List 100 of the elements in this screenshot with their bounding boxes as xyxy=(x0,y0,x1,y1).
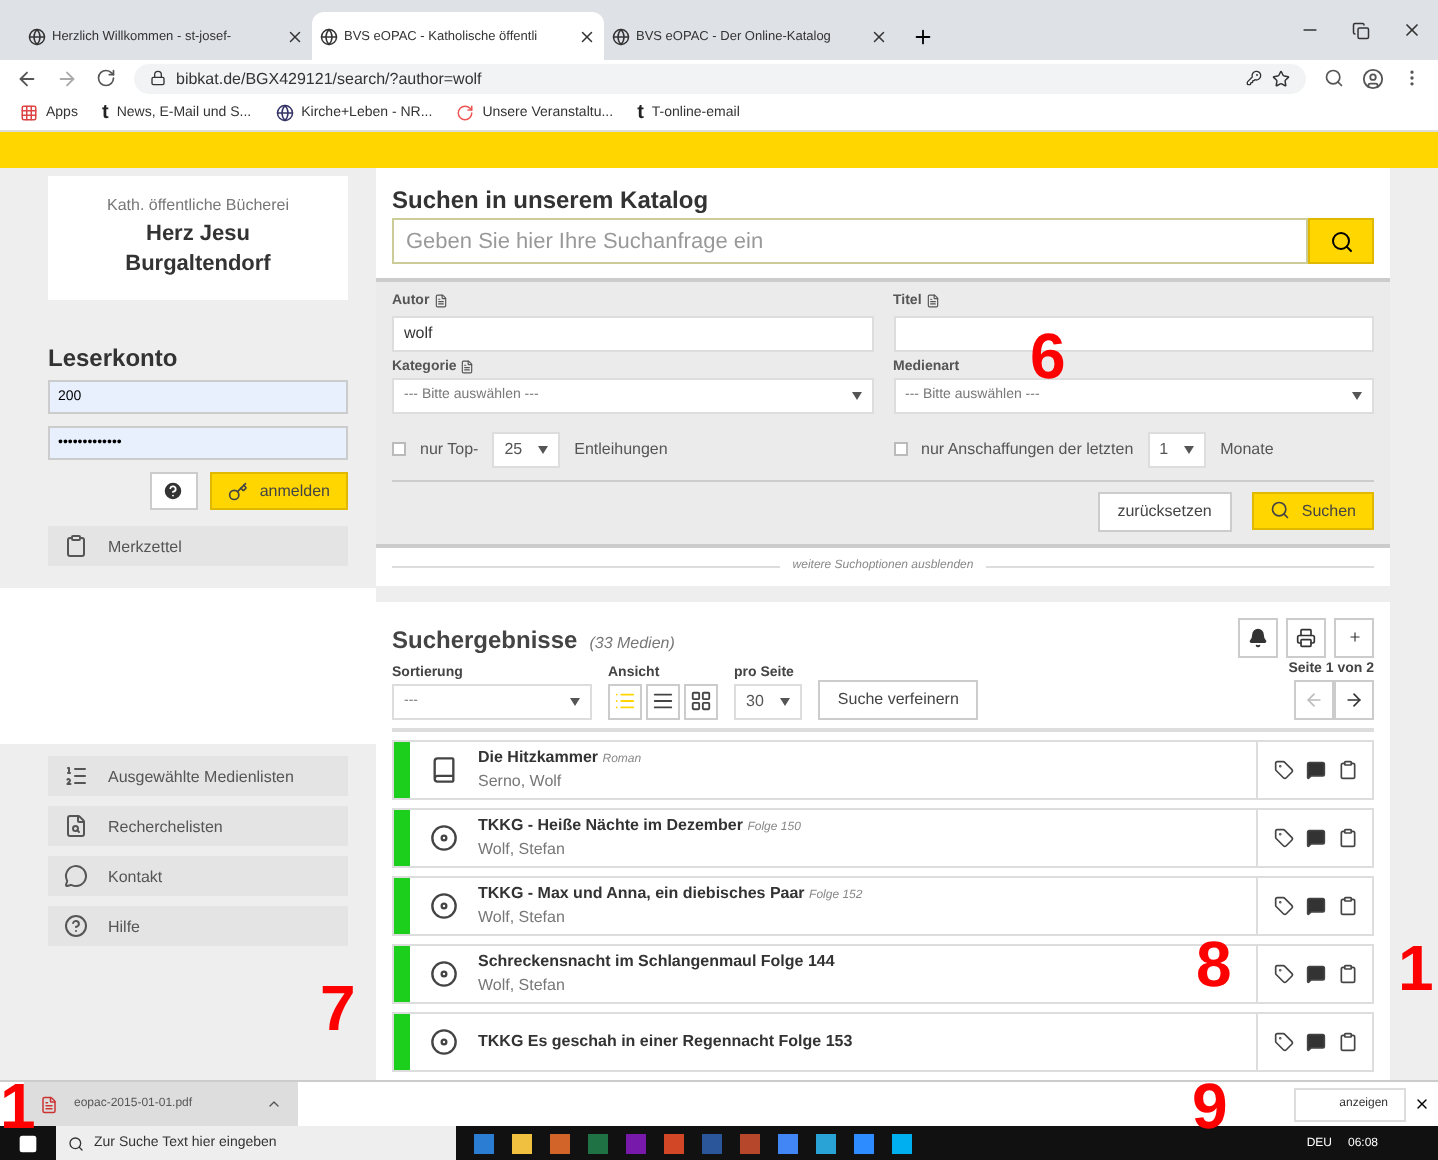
clipboard-icon[interactable] xyxy=(1337,963,1357,983)
disc-icon xyxy=(430,823,458,851)
address-bar[interactable]: bibkat.de/BGX429121/search/?author=wolf xyxy=(134,63,1306,93)
tag-icon[interactable] xyxy=(1273,895,1293,915)
document-search-icon xyxy=(64,814,88,838)
search-field[interactable]: Geben Sie hier Ihre Suchanfrage ein xyxy=(392,218,1308,264)
sidebar-link[interactable]: Recherchelisten xyxy=(48,806,348,846)
restore-icon[interactable] xyxy=(1352,21,1370,39)
apps-grid-icon xyxy=(20,104,38,122)
author-link[interactable]: Wolf, Stefan xyxy=(478,908,863,926)
annotation-number: 7 xyxy=(320,984,356,1032)
next-page-button[interactable] xyxy=(1334,679,1374,719)
checkbox[interactable] xyxy=(392,442,406,456)
author-link[interactable]: Wolf, Stefan xyxy=(478,976,835,994)
disc-icon xyxy=(430,959,458,987)
pdf-file-icon xyxy=(40,1095,58,1113)
submit-search-button[interactable]: Suchen xyxy=(1251,491,1374,529)
number-select[interactable]: 1 xyxy=(1147,431,1207,467)
bell-button[interactable] xyxy=(1238,617,1278,657)
printer-icon xyxy=(1296,627,1316,647)
caret-icon xyxy=(1184,445,1195,453)
option-label: nur Anschaffungen der letzten xyxy=(921,440,1134,458)
option-label: Entleihungen xyxy=(574,440,668,458)
clipboard-icon[interactable] xyxy=(1337,1031,1357,1051)
media-title[interactable]: TKKG Es geschah in einer Regennacht Folge 153 xyxy=(478,1032,853,1050)
list-icon xyxy=(64,764,88,788)
print-button[interactable] xyxy=(1286,617,1326,657)
caret-icon xyxy=(851,391,861,399)
caret-icon xyxy=(538,445,549,453)
author-field[interactable]: wolf xyxy=(392,315,873,351)
search-icon xyxy=(1269,500,1290,520)
comment-icon[interactable] xyxy=(1305,1031,1325,1051)
globe-icon xyxy=(320,27,338,45)
author-link[interactable]: Wolf, Stefan xyxy=(478,840,801,858)
comment-icon[interactable] xyxy=(1305,827,1325,847)
author-link[interactable]: Serno, Wolf xyxy=(478,772,642,790)
view-toggle[interactable] xyxy=(684,683,718,719)
sidebar-link[interactable]: Hilfe xyxy=(48,906,348,946)
caret-icon xyxy=(570,697,580,705)
view-toggle[interactable] xyxy=(608,683,642,719)
close-icon[interactable] xyxy=(1402,20,1422,40)
tag-icon[interactable] xyxy=(1273,827,1293,847)
number-select[interactable]: 25 xyxy=(492,431,561,467)
clipboard-icon[interactable] xyxy=(1337,827,1357,847)
star-icon xyxy=(1272,69,1290,87)
book-icon xyxy=(430,755,458,783)
sidebar-link[interactable]: Merkzettel xyxy=(48,526,348,566)
search-icon[interactable] xyxy=(1324,68,1344,88)
profile-icon[interactable] xyxy=(1362,67,1384,89)
grid-view-icon xyxy=(690,690,712,712)
search-icon xyxy=(1329,229,1353,253)
search-icon xyxy=(68,1135,84,1151)
view-toggle[interactable] xyxy=(646,683,680,719)
caret-icon xyxy=(1352,391,1362,399)
availability-stripe xyxy=(394,809,410,865)
result-row[interactable]: TKKG Es geschah in einer Regennacht Folge 153 xyxy=(392,1011,1374,1071)
help-icon xyxy=(162,480,185,502)
annotation-number: 9 xyxy=(1192,1082,1228,1130)
refine-search-button[interactable]: Suche verfeinern xyxy=(817,679,979,719)
key-icon xyxy=(1246,70,1262,86)
checkbox[interactable] xyxy=(893,442,907,456)
plus-icon xyxy=(1347,630,1361,644)
annotation-number: 1 xyxy=(1398,944,1434,992)
windows-logo-icon[interactable] xyxy=(18,1133,38,1153)
tag-icon[interactable] xyxy=(1273,963,1293,983)
login-button[interactable]: anmelden xyxy=(209,472,348,510)
sidebar-link[interactable]: Kontakt xyxy=(48,856,348,896)
comment-icon[interactable] xyxy=(1305,963,1325,983)
t-logo-icon: t xyxy=(637,103,644,123)
globe-icon xyxy=(28,27,46,45)
per-page-select[interactable]: 30 xyxy=(734,683,802,719)
availability-stripe xyxy=(394,877,410,933)
search-button[interactable] xyxy=(1308,218,1374,264)
results-heading: Suchergebnisse xyxy=(392,625,578,653)
disc-icon xyxy=(430,1027,458,1055)
sidebar-link[interactable]: Ausgewählte Medienlisten xyxy=(48,756,348,796)
annotation-number: 6 xyxy=(1030,332,1066,380)
reload-icon[interactable] xyxy=(96,68,116,88)
clipboard-icon[interactable] xyxy=(1337,759,1357,779)
account-heading: Leserkonto xyxy=(48,344,180,372)
annotation-number: 8 xyxy=(1196,940,1232,988)
swirl-icon xyxy=(456,104,475,122)
tag-icon[interactable] xyxy=(1273,1031,1293,1051)
close-icon[interactable] xyxy=(870,27,888,45)
tag-icon[interactable] xyxy=(1273,759,1293,779)
close-icon[interactable] xyxy=(286,27,304,45)
left-arrow-icon xyxy=(1304,689,1324,709)
close-icon[interactable] xyxy=(578,27,596,45)
help-button[interactable] xyxy=(149,472,198,510)
comment-icon[interactable] xyxy=(1305,895,1325,915)
reset-button[interactable]: zurücksetzen xyxy=(1097,491,1232,531)
option-label: Monate xyxy=(1220,440,1274,458)
back-icon[interactable] xyxy=(16,67,38,89)
clipboard-icon[interactable] xyxy=(1337,895,1357,915)
availability-stripe xyxy=(394,945,410,1001)
media-title[interactable]: Schreckensnacht im Schlangenmaul Folge 144 xyxy=(478,952,835,970)
comment-icon[interactable] xyxy=(1305,759,1325,779)
close-icon[interactable] xyxy=(1414,1096,1430,1112)
disc-icon xyxy=(430,891,458,919)
new-tab-icon[interactable] xyxy=(912,26,934,48)
